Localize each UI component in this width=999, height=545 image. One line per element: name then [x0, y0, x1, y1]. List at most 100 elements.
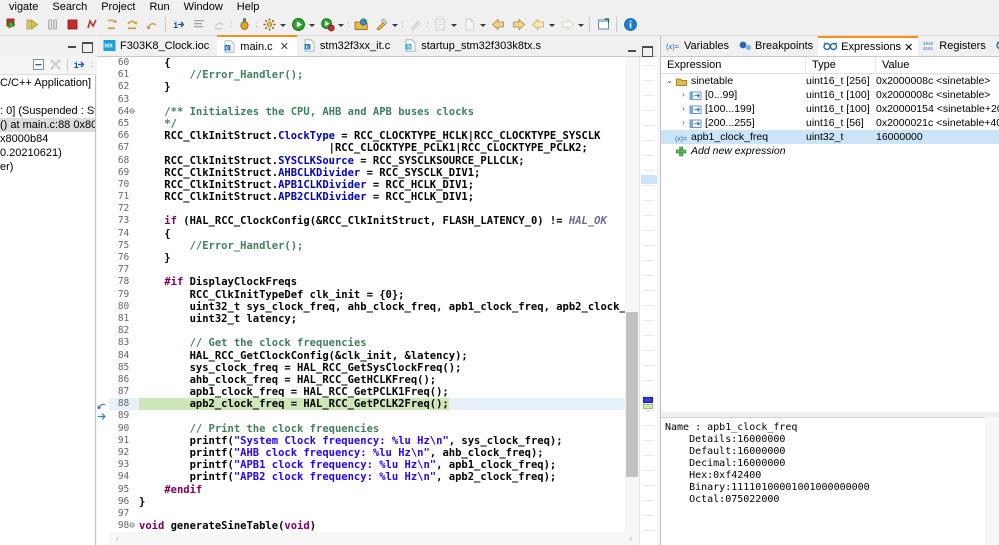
disconnect-icon[interactable]	[82, 15, 102, 35]
resume-icon[interactable]	[2, 15, 22, 35]
step-over-icon[interactable]	[122, 15, 142, 35]
code-line[interactable]: RCC_ClkInitTypeDef clk_init = {0};	[139, 289, 639, 301]
code-line[interactable]: //Error_Handler();	[139, 69, 639, 81]
editor-vscroll-thumb[interactable]	[626, 312, 638, 477]
table-row[interactable]: › [0...99] uint16_t [100] 0x2000008c <sinet…	[661, 88, 999, 102]
new-file-dropdown-icon[interactable]	[479, 15, 488, 35]
debug-tree-item-selected[interactable]: () at main.c:88 0x8000c	[0, 118, 95, 132]
scroll-right-icon[interactable]: ›	[626, 534, 635, 543]
code-line[interactable]: //Error_Handler();	[139, 240, 639, 252]
editor-tab-main-c[interactable]: c main.c ✕	[217, 35, 297, 56]
expand-twisty-icon[interactable]: ›	[678, 88, 689, 102]
editor-vertical-scrollbar[interactable]	[625, 57, 639, 545]
code-line[interactable]: {	[139, 57, 639, 69]
column-header-type[interactable]: Type	[806, 56, 876, 74]
suspend-icon[interactable]	[42, 15, 62, 35]
code-line[interactable]: |RCC_CLOCKTYPE_PCLK1|RCC_CLOCKTYPE_PCLK2…	[139, 142, 639, 154]
external-tools-icon[interactable]	[259, 15, 279, 35]
cell-value[interactable]: 0x2000021c <sinetable+400>	[876, 116, 999, 130]
table-row[interactable]: ⌄ sinetable uint16_t [256] 0x2000008c <sine…	[661, 74, 999, 88]
table-row[interactable]: › [200...255] uint16_t [56] 0x2000021c <sin…	[661, 116, 999, 130]
code-line[interactable]: // Print the clock frequencies	[139, 423, 639, 435]
details-scrollbar[interactable]	[985, 417, 999, 545]
instruction-stepping-mode-icon[interactable]: i	[72, 57, 88, 73]
tab-registers[interactable]: 1010 0101 Registers	[918, 36, 990, 56]
back-icon[interactable]	[488, 15, 508, 35]
table-row-selected[interactable]: (x)= apb1_clock_freq uint32_t 16000000	[661, 130, 999, 144]
overview-marker-debug-line[interactable]	[643, 404, 653, 409]
build-dropdown-icon[interactable]	[391, 15, 400, 35]
code-line[interactable]: RCC_ClkInitStruct.APB1CLKDivider = RCC_H…	[139, 179, 639, 191]
collapse-all-icon[interactable]	[30, 57, 46, 73]
cell-expression[interactable]: › [100...199]	[661, 102, 806, 116]
code-line[interactable]: }	[139, 81, 639, 93]
scroll-left-icon[interactable]: ‹	[113, 534, 122, 543]
tab-breakpoints[interactable]: Breakpoints	[734, 36, 818, 56]
step-into-run-icon[interactable]	[22, 15, 42, 35]
code-line[interactable]: HAL_RCC_GetClockConfig(&clk_init, &laten…	[139, 350, 639, 362]
menu-item-project[interactable]: Project	[94, 0, 142, 14]
code-line[interactable]: RCC_ClkInitStruct.APB2CLKDivider = RCC_H…	[139, 191, 639, 203]
open-perspective-icon[interactable]	[351, 15, 371, 35]
code-line[interactable]	[139, 203, 639, 215]
code-line[interactable]: apb2_clock_freq = HAL_RCC_GetPCLK2Freq()…	[139, 398, 639, 411]
code-line[interactable]: void generateSineTable(void)	[139, 520, 639, 532]
step-return-icon[interactable]	[142, 15, 162, 35]
debug-icon[interactable]	[234, 15, 254, 35]
debug-tree-item[interactable]: C/C++ Application]	[0, 76, 95, 90]
cell-value[interactable]: 0x2000008c <sinetable>	[876, 74, 999, 88]
details-pane[interactable]: Name : apb1_clock_freq Details:16000000 …	[661, 417, 999, 545]
instruction-stepping-icon[interactable]: i	[169, 15, 189, 35]
cell-expression[interactable]: (x)= apb1_clock_freq	[661, 130, 806, 144]
code-line[interactable]: }	[139, 496, 639, 508]
view-menu-icon[interactable]	[89, 57, 94, 72]
build-icon[interactable]	[371, 15, 391, 35]
code-line[interactable]: RCC_ClkInitStruct.SYSCLKSource = RCC_SYS…	[139, 155, 639, 167]
editor-overview-ruler[interactable]	[639, 57, 657, 545]
cell-value[interactable]: 16000000	[876, 130, 999, 144]
tab-expressions[interactable]: Expressions ✕	[818, 36, 919, 56]
run-last-tool-icon[interactable]	[317, 15, 337, 35]
editor-tab-stm32f3xx-it-c[interactable]: c stm32f3xx_it.c	[297, 35, 398, 56]
code-line[interactable]: RCC_ClkInitStruct.ClockType = RCC_CLOCKT…	[139, 130, 639, 142]
code-line[interactable]: // Get the clock frequencies	[139, 337, 639, 349]
code-line[interactable]: sys_clock_freq = HAL_RCC_GetSysClockFreq…	[139, 362, 639, 374]
expand-twisty-icon[interactable]: ›	[678, 102, 689, 116]
debug-tree-item[interactable]: x8000b84	[0, 132, 95, 146]
debug-tree-item[interactable]: : 0] (Suspended : Step)	[0, 104, 95, 118]
menu-item-search[interactable]: Search	[45, 0, 94, 14]
column-header-value[interactable]: Value	[876, 57, 999, 74]
code-line[interactable]: }	[139, 252, 639, 264]
cell-expression[interactable]: › [0...99]	[661, 88, 806, 102]
menu-item-run[interactable]: Run	[142, 0, 176, 14]
new-editor-icon[interactable]	[593, 15, 613, 35]
code-line[interactable]	[139, 325, 639, 337]
close-icon[interactable]: ✕	[904, 41, 913, 54]
run-dropdown-icon[interactable]	[308, 15, 317, 35]
cell-value[interactable]: 0x2000008c <sinetable>	[876, 88, 999, 102]
table-row[interactable]: Add new expression	[661, 144, 999, 158]
previous-annotation-dropdown-icon[interactable]	[548, 15, 557, 35]
maximize-icon[interactable]	[79, 39, 93, 53]
debug-tree-item[interactable]: 0.20210621)	[0, 146, 95, 160]
cell-expression[interactable]: ⌄ sinetable	[661, 74, 806, 88]
next-annotation-dropdown-icon[interactable]	[577, 15, 586, 35]
editor-code-area[interactable]: { //Error_Handler(); } /** Initializes t…	[139, 57, 639, 545]
forward-icon[interactable]	[508, 15, 528, 35]
run-icon[interactable]	[288, 15, 308, 35]
code-line[interactable]: uint32_t sys_clock_freq, ahb_clock_freq,…	[139, 301, 639, 313]
expand-twisty-icon[interactable]: ⌄	[664, 74, 675, 88]
tab-live-expressions[interactable]: Live Expr	[991, 36, 999, 56]
cell-expression[interactable]: › [200...255]	[661, 116, 806, 130]
menu-item-window[interactable]: Window	[177, 0, 230, 14]
minimize-icon[interactable]	[625, 43, 639, 56]
code-line[interactable]: /** Initializes the CPU, AHB and APB bus…	[139, 106, 639, 118]
menu-item-help[interactable]: Help	[230, 0, 267, 14]
code-line[interactable]: {	[139, 228, 639, 240]
overview-marker-breakpoint[interactable]	[643, 397, 653, 403]
expand-twisty-icon[interactable]: ›	[678, 116, 689, 130]
show-disassembly-icon[interactable]	[189, 15, 209, 35]
code-line[interactable]: printf("System Clock frequency: %lu Hz\n…	[139, 435, 639, 447]
maximize-icon[interactable]	[639, 43, 653, 57]
editor-tab-startup-s[interactable]: S startup_stm32f303k8tx.s	[398, 35, 549, 56]
